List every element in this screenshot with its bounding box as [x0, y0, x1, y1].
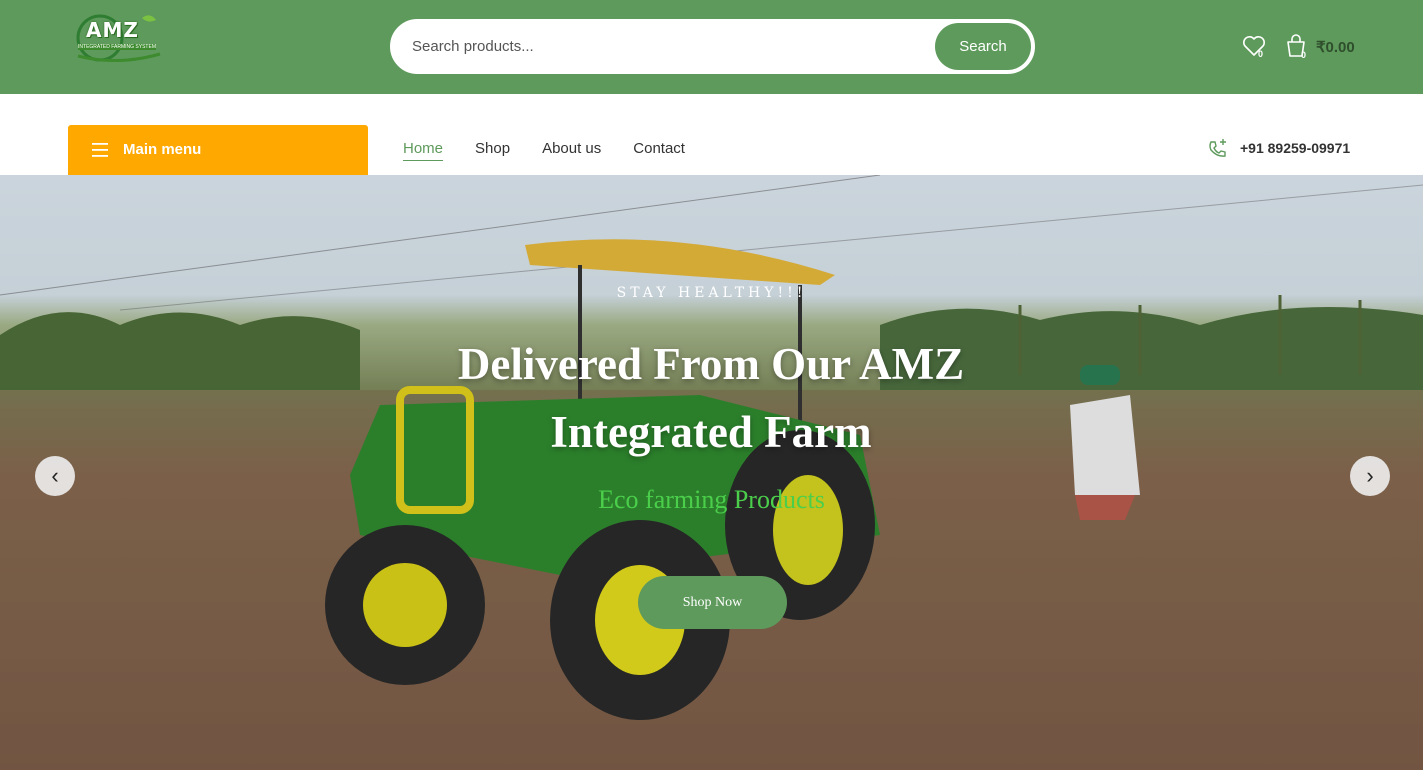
cart-total[interactable]: ₹0.00	[1316, 38, 1355, 56]
nav-link-contact[interactable]: Contact	[633, 140, 685, 161]
hero-overlay	[0, 175, 1423, 770]
hamburger-icon	[92, 143, 108, 157]
heart-icon	[1243, 36, 1265, 56]
nav-bar: Main menu Home Shop About us Contact +91…	[0, 94, 1423, 175]
shop-now-button[interactable]: Shop Now	[638, 576, 787, 629]
main-menu-label: Main menu	[123, 141, 202, 158]
chevron-right-icon: ›	[1366, 463, 1374, 488]
main-menu-button[interactable]: Main menu	[68, 125, 368, 175]
hero-slider: STAY HEALTHY!!! Delivered From Our AMZ I…	[0, 175, 1423, 770]
nav-link-home[interactable]: Home	[403, 140, 444, 161]
search-bar: Search	[390, 19, 1035, 74]
logo-subtext: INTEGRATED FARMING SYSTEM	[78, 44, 156, 50]
wishlist-count: 0	[1258, 49, 1264, 59]
cart-count: 0	[1301, 50, 1307, 60]
chevron-left-icon: ‹	[51, 463, 59, 488]
nav-link-about[interactable]: About us	[542, 140, 601, 161]
hero-kicker: STAY HEALTHY!!!	[616, 285, 807, 301]
search-button[interactable]: Search	[935, 23, 1031, 70]
phone-number[interactable]: +91 89259-09971	[1240, 140, 1350, 156]
nav-link-shop[interactable]: Shop	[475, 140, 510, 161]
search-input[interactable]	[412, 21, 932, 72]
hero-headline: Delivered From Our AMZ Integrated Farm	[457, 339, 965, 457]
slider-prev-button[interactable]: ‹	[35, 456, 75, 496]
top-header: AMZ INTEGRATED FARMING SYSTEM Search 0 0…	[0, 0, 1423, 94]
cart-button[interactable]: 0	[1283, 33, 1309, 60]
primary-nav: Home Shop About us Contact	[403, 140, 717, 161]
wishlist-button[interactable]: 0	[1241, 33, 1267, 59]
phone-icon	[1209, 139, 1226, 157]
logo-text: AMZ	[86, 18, 139, 42]
logo[interactable]: AMZ INTEGRATED FARMING SYSTEM	[72, 10, 162, 62]
hero-subline: Eco farming Products	[598, 485, 825, 514]
slider-next-button[interactable]: ›	[1350, 456, 1390, 496]
